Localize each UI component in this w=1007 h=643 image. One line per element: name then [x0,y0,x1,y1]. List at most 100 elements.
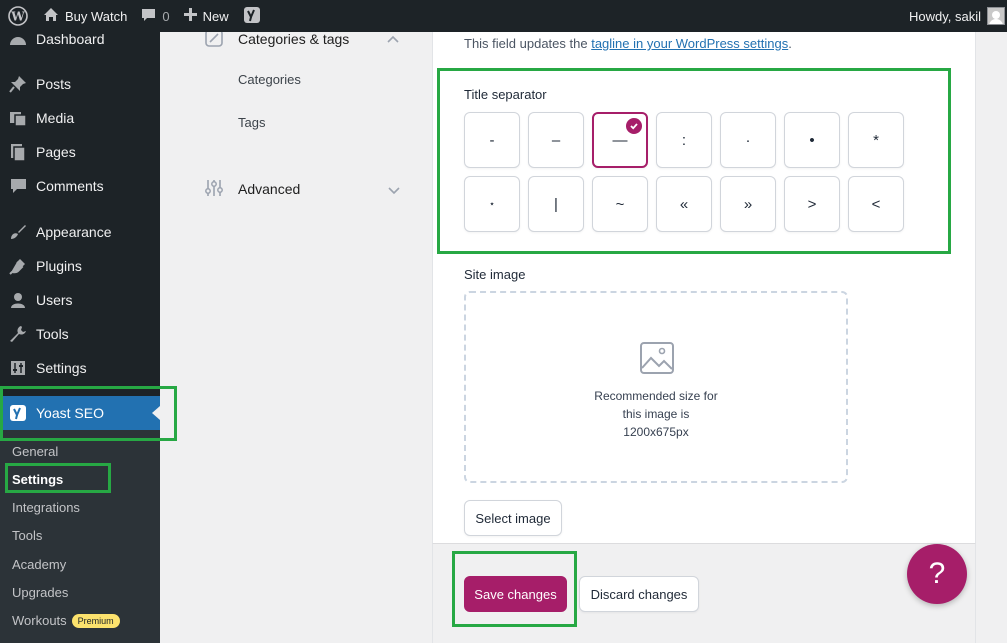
adjustments-icon [204,178,224,201]
separator-option[interactable]: * [848,112,904,168]
menu-label: Pages [36,144,76,160]
separator-option[interactable]: : [656,112,712,168]
nav-categories[interactable]: Categories [238,72,301,87]
tagline-settings-link[interactable]: tagline in your WordPress settings [591,36,788,51]
menu-label: Tools [36,326,69,342]
site-image-dropzone[interactable]: Recommended size for this image is 1200x… [464,291,848,483]
home-icon [43,7,59,25]
separator-option[interactable]: ⋆ [464,176,520,232]
separator-glyph: • [809,131,815,149]
submenu-item-label: Workouts [12,613,67,628]
yoast-icon [0,404,36,422]
avatar [987,7,1005,25]
menu-item-yoast-seo[interactable]: Yoast SEO [0,396,160,430]
submenu-item-integrations[interactable]: Integrations [12,498,80,518]
separator-option[interactable]: « [656,176,712,232]
submenu-item-general[interactable]: General [12,442,58,462]
separator-glyph: | [554,195,558,213]
chevron-down-icon[interactable] [387,184,401,199]
new-content-link[interactable]: New [177,0,236,32]
chevron-up-icon[interactable] [386,32,400,47]
menu-item-plugins[interactable]: Plugins [0,249,160,283]
menu-label: Media [36,110,75,126]
plugin-icon [0,257,36,275]
separator-glyph: < [871,195,881,213]
separator-option[interactable]: - [464,112,520,168]
comments-link[interactable]: 0 [134,0,176,32]
menu-label: Posts [36,76,72,92]
menu-item-settings[interactable]: Settings [0,351,160,385]
admin-menu: Dashboard Posts Media Pages Comments App… [0,31,160,643]
separator-option[interactable]: • [784,112,840,168]
menu-label: Users [36,292,73,308]
pages-icon [0,143,36,161]
separator-glyph: · [745,131,751,149]
admin-bar: W Buy Watch 0 New Howdy, sakil [0,0,1007,32]
separator-glyph: : [681,131,687,149]
submenu-item-workouts[interactable]: Workouts Premium [12,611,120,631]
save-changes-button[interactable]: Save changes [464,576,567,612]
separator-option-selected[interactable]: — [592,112,648,168]
account-menu[interactable]: Howdy, sakil [909,0,1007,32]
separator-option[interactable]: > [784,176,840,232]
separator-option[interactable]: < [848,176,904,232]
menu-item-users[interactable]: Users [0,283,160,317]
premium-badge: Premium [71,614,120,628]
yoast-submenu: General Settings Integrations Tools Acad… [0,430,160,643]
menu-item-media[interactable]: Media [0,101,160,135]
menu-item-posts[interactable]: Posts [0,67,160,101]
site-name: Buy Watch [65,8,128,24]
menu-item-pages[interactable]: Pages [0,135,160,169]
wordpress-logo-icon[interactable]: W [0,0,36,32]
separator-glyph: * [873,131,879,149]
separator-glyph: ~ [615,195,625,213]
wrench-icon [0,325,36,343]
menu-item-appearance[interactable]: Appearance [0,215,160,249]
separator-option[interactable]: ~ [592,176,648,232]
submenu-item-academy[interactable]: Academy [12,555,66,575]
tagline-help-text: This field updates the tagline in your W… [464,36,792,51]
menu-item-comments[interactable]: Comments [0,169,160,203]
settings-navigation: Categories & tags Categories Tags Advanc… [160,28,432,643]
checkmark-icon [626,118,642,134]
menu-label: Yoast SEO [36,405,104,421]
user-icon [0,292,36,308]
submenu-item-settings[interactable]: Settings [12,470,63,490]
separator-option[interactable]: » [720,176,776,232]
image-placeholder-icon [639,341,675,378]
dashboard-icon [0,32,36,46]
separator-glyph: — [612,131,628,149]
comment-bubble-icon [141,8,156,25]
select-image-button[interactable]: Select image [464,500,562,536]
discard-changes-button[interactable]: Discard changes [579,576,699,612]
nav-label: Categories & tags [238,31,350,47]
plus-icon [183,8,197,24]
site-name-link[interactable]: Buy Watch [36,0,134,32]
greeting: Howdy, sakil [908,8,981,24]
yoast-adminbar-link[interactable] [236,0,268,32]
image-size-hint-line1: Recommended size for [594,389,718,403]
tagline-suffix: . [788,36,792,51]
new-label: New [202,8,229,24]
submenu-item-tools[interactable]: Tools [12,526,42,546]
tagline-prefix: This field updates the [464,36,592,51]
nav-advanced[interactable]: Advanced [204,178,300,200]
help-button[interactable]: ? [907,544,967,604]
image-size-hint-line3: 1200x675px [623,425,689,439]
yoast-icon [243,6,261,27]
menu-label: Dashboard [36,31,105,47]
submenu-item-upgrades[interactable]: Upgrades [12,583,68,603]
image-size-hint-line2: this image is [622,407,690,421]
separator-option[interactable]: · [720,112,776,168]
separator-option[interactable]: – [528,112,584,168]
pushpin-icon [0,75,36,93]
separator-glyph: > [807,195,817,213]
separator-glyph: – [551,131,561,149]
separator-option[interactable]: | [528,176,584,232]
nav-tags[interactable]: Tags [238,115,265,130]
menu-label: Settings [36,360,87,376]
media-icon [0,109,36,127]
menu-item-tools[interactable]: Tools [0,317,160,351]
nav-label: Advanced [238,181,301,197]
comments-count: 0 [162,8,170,24]
